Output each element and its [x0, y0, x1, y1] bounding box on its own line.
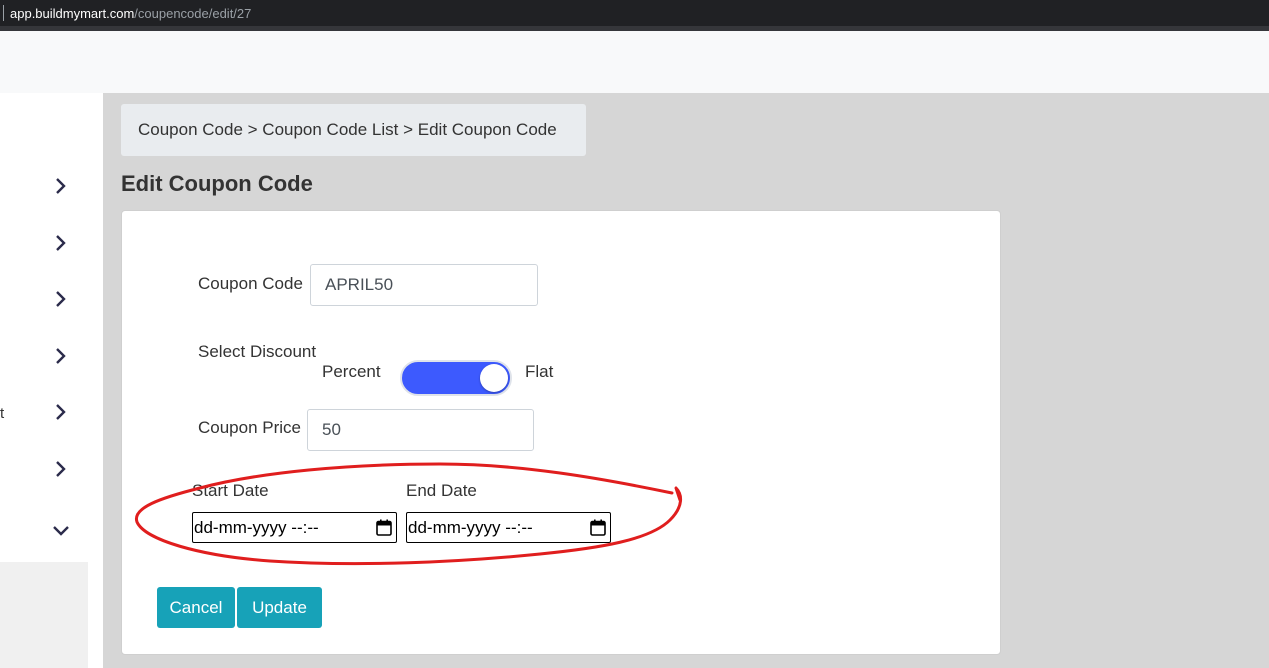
- sidebar-item-1[interactable]: [0, 167, 88, 207]
- coupon-code-input[interactable]: APRIL50: [310, 264, 538, 306]
- coupon-price-input[interactable]: 50: [307, 409, 534, 451]
- breadcrumb: Coupon Code > Coupon Code List > Edit Co…: [121, 104, 586, 156]
- coupon-price-value: 50: [322, 420, 341, 439]
- end-date-input[interactable]: dd-mm-yyyy --:--: [406, 512, 611, 543]
- start-date-input[interactable]: dd-mm-yyyy --:--: [192, 512, 397, 543]
- chevron-right-icon: [56, 235, 66, 251]
- sidebar-item-3[interactable]: [0, 280, 88, 320]
- sidebar-item-2[interactable]: [0, 224, 88, 264]
- url-host: app.buildmymart.com: [10, 5, 135, 21]
- coupon-code-label: Coupon Code: [198, 274, 303, 293]
- calendar-icon[interactable]: [376, 519, 392, 536]
- chevron-right-icon: [56, 404, 66, 420]
- end-date-label: End Date: [406, 481, 477, 500]
- sidebar-item-4[interactable]: [0, 337, 88, 377]
- update-button[interactable]: Update: [237, 587, 322, 628]
- percent-label: Percent: [322, 362, 381, 381]
- breadcrumb-text[interactable]: Coupon Code > Coupon Code List > Edit Co…: [138, 120, 557, 140]
- flat-label: Flat: [525, 362, 554, 381]
- coupon-code-value: APRIL50: [325, 275, 394, 294]
- end-date-value: dd-mm-yyyy --:--: [408, 517, 533, 537]
- sidebar-item-5[interactable]: t: [0, 393, 88, 433]
- calendar-icon[interactable]: [590, 519, 606, 536]
- browser-url-bar[interactable]: app.buildmymart.com/coupencode/edit/27: [0, 0, 1269, 26]
- start-date-value: dd-mm-yyyy --:--: [194, 517, 319, 537]
- start-date-label: Start Date: [192, 481, 269, 500]
- cancel-button[interactable]: Cancel: [157, 587, 235, 628]
- discount-type-toggle[interactable]: [400, 360, 512, 396]
- sidebar-item-label: t: [0, 405, 5, 422]
- sidebar-item-6[interactable]: [0, 450, 88, 490]
- app-header: [0, 31, 1269, 93]
- chevron-right-icon: [56, 461, 66, 477]
- coupon-price-label: Coupon Price: [198, 418, 302, 437]
- chevron-right-icon: [56, 291, 66, 307]
- chevron-right-icon: [56, 178, 66, 194]
- chevron-right-icon: [56, 348, 66, 364]
- toggle-knob: [480, 364, 508, 392]
- text-cursor: [3, 5, 4, 21]
- chevron-down-icon: [53, 526, 69, 536]
- page-title: Edit Coupon Code: [121, 171, 313, 196]
- sidebar-item-7[interactable]: [0, 512, 88, 552]
- sidebar-submenu-area: [0, 562, 88, 668]
- select-discount-label: Select Discount: [198, 342, 317, 361]
- url-path: /coupencode/edit/27: [134, 5, 252, 21]
- sidebar: t: [0, 93, 88, 668]
